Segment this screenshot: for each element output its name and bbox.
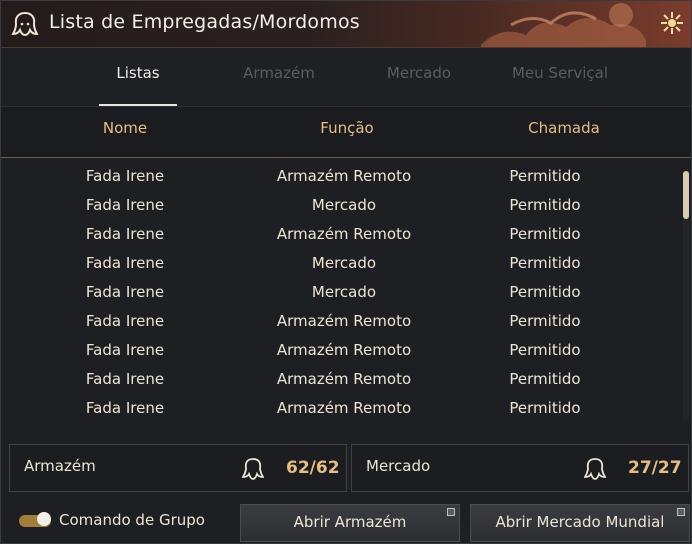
market-counter: Mercado 27/27 <box>351 444 689 492</box>
emblem-icon[interactable] <box>659 10 685 36</box>
table-row[interactable]: Fada Irene Armazém Remoto Permitido <box>1 364 681 393</box>
maid-butler-list-window: Lista de Empregadas/Mordomos Listas Arma… <box>0 0 692 544</box>
row-name: Fada Irene <box>85 225 165 243</box>
group-command-label: Comando de Grupo <box>59 511 205 529</box>
table-row[interactable]: Fada Irene Armazém Remoto Permitido <box>1 393 681 422</box>
table-row[interactable]: Fada Irene Armazém Remoto Permitido <box>1 335 681 364</box>
warehouse-counter-value: 62/62 <box>286 458 340 478</box>
open-warehouse-button[interactable]: Abrir Armazém <box>240 504 460 542</box>
cloud-decoration <box>481 3 646 47</box>
row-name: Fada Irene <box>85 254 165 272</box>
row-call: Permitido <box>509 370 581 388</box>
tab-armazem[interactable]: Armazém <box>231 64 327 88</box>
maid-icon <box>584 458 606 480</box>
tab-bar: Listas Armazém Mercado Meu Serviçal <box>1 48 691 107</box>
market-counter-label: Mercado <box>366 457 431 475</box>
expand-corner-icon <box>677 508 685 516</box>
tab-listas[interactable]: Listas <box>99 64 177 88</box>
row-name: Fada Irene <box>85 283 165 301</box>
maid-icon <box>242 458 264 480</box>
row-call: Permitido <box>509 225 581 243</box>
maid-icon <box>11 11 39 37</box>
active-tab-indicator <box>99 104 177 106</box>
open-world-market-button[interactable]: Abrir Mercado Mundial <box>470 504 690 542</box>
row-name: Fada Irene <box>85 399 165 417</box>
table-row[interactable]: Fada Irene Mercado Permitido <box>1 277 681 306</box>
row-function: Mercado <box>311 283 377 301</box>
row-function: Mercado <box>311 196 377 214</box>
table-row[interactable]: Fada Irene Mercado Permitido <box>1 248 681 277</box>
row-function: Armazém Remoto <box>276 312 412 330</box>
row-function: Mercado <box>311 254 377 272</box>
title-bar[interactable]: Lista de Empregadas/Mordomos <box>1 1 691 48</box>
table-header: Nome Função Chamada <box>1 107 691 158</box>
row-call: Permitido <box>509 254 581 272</box>
scrollbar-thumb[interactable] <box>683 171 689 219</box>
group-command-toggle-knob[interactable] <box>37 512 51 526</box>
row-call: Permitido <box>509 196 581 214</box>
row-function: Armazém Remoto <box>276 370 412 388</box>
row-function: Armazém Remoto <box>276 167 412 185</box>
warehouse-counter-label: Armazém <box>24 457 96 475</box>
table-row[interactable]: Fada Irene Armazém Remoto Permitido <box>1 161 681 190</box>
table-row[interactable]: Fada Irene Armazém Remoto Permitido <box>1 306 681 335</box>
row-name: Fada Irene <box>85 370 165 388</box>
row-call: Permitido <box>509 283 581 301</box>
tab-mercado[interactable]: Mercado <box>371 64 467 88</box>
row-name: Fada Irene <box>85 341 165 359</box>
market-counter-value: 27/27 <box>628 458 682 478</box>
window-title: Lista de Empregadas/Mordomos <box>49 11 360 33</box>
row-name: Fada Irene <box>85 196 165 214</box>
column-header-call[interactable]: Chamada <box>504 119 624 137</box>
open-world-market-button-label: Abrir Mercado Mundial <box>495 513 665 531</box>
row-function: Armazém Remoto <box>276 399 412 417</box>
employee-list: Fada Irene Armazém Remoto Permitido Fada… <box>1 161 691 431</box>
column-header-name[interactable]: Nome <box>65 119 185 137</box>
row-function: Armazém Remoto <box>276 225 412 243</box>
expand-corner-icon <box>447 508 455 516</box>
row-function: Armazém Remoto <box>276 341 412 359</box>
row-call: Permitido <box>509 341 581 359</box>
table-row[interactable]: Fada Irene Armazém Remoto Permitido <box>1 219 681 248</box>
row-call: Permitido <box>509 167 581 185</box>
row-call: Permitido <box>509 312 581 330</box>
open-warehouse-button-label: Abrir Armazém <box>293 513 407 531</box>
row-call: Permitido <box>509 399 581 417</box>
row-name: Fada Irene <box>85 312 165 330</box>
row-name: Fada Irene <box>85 167 165 185</box>
warehouse-counter: Armazém 62/62 <box>9 444 347 492</box>
column-header-function[interactable]: Função <box>257 119 437 137</box>
tab-meu-servical[interactable]: Meu Serviçal <box>501 64 619 88</box>
table-row[interactable]: Fada Irene Mercado Permitido <box>1 190 681 219</box>
